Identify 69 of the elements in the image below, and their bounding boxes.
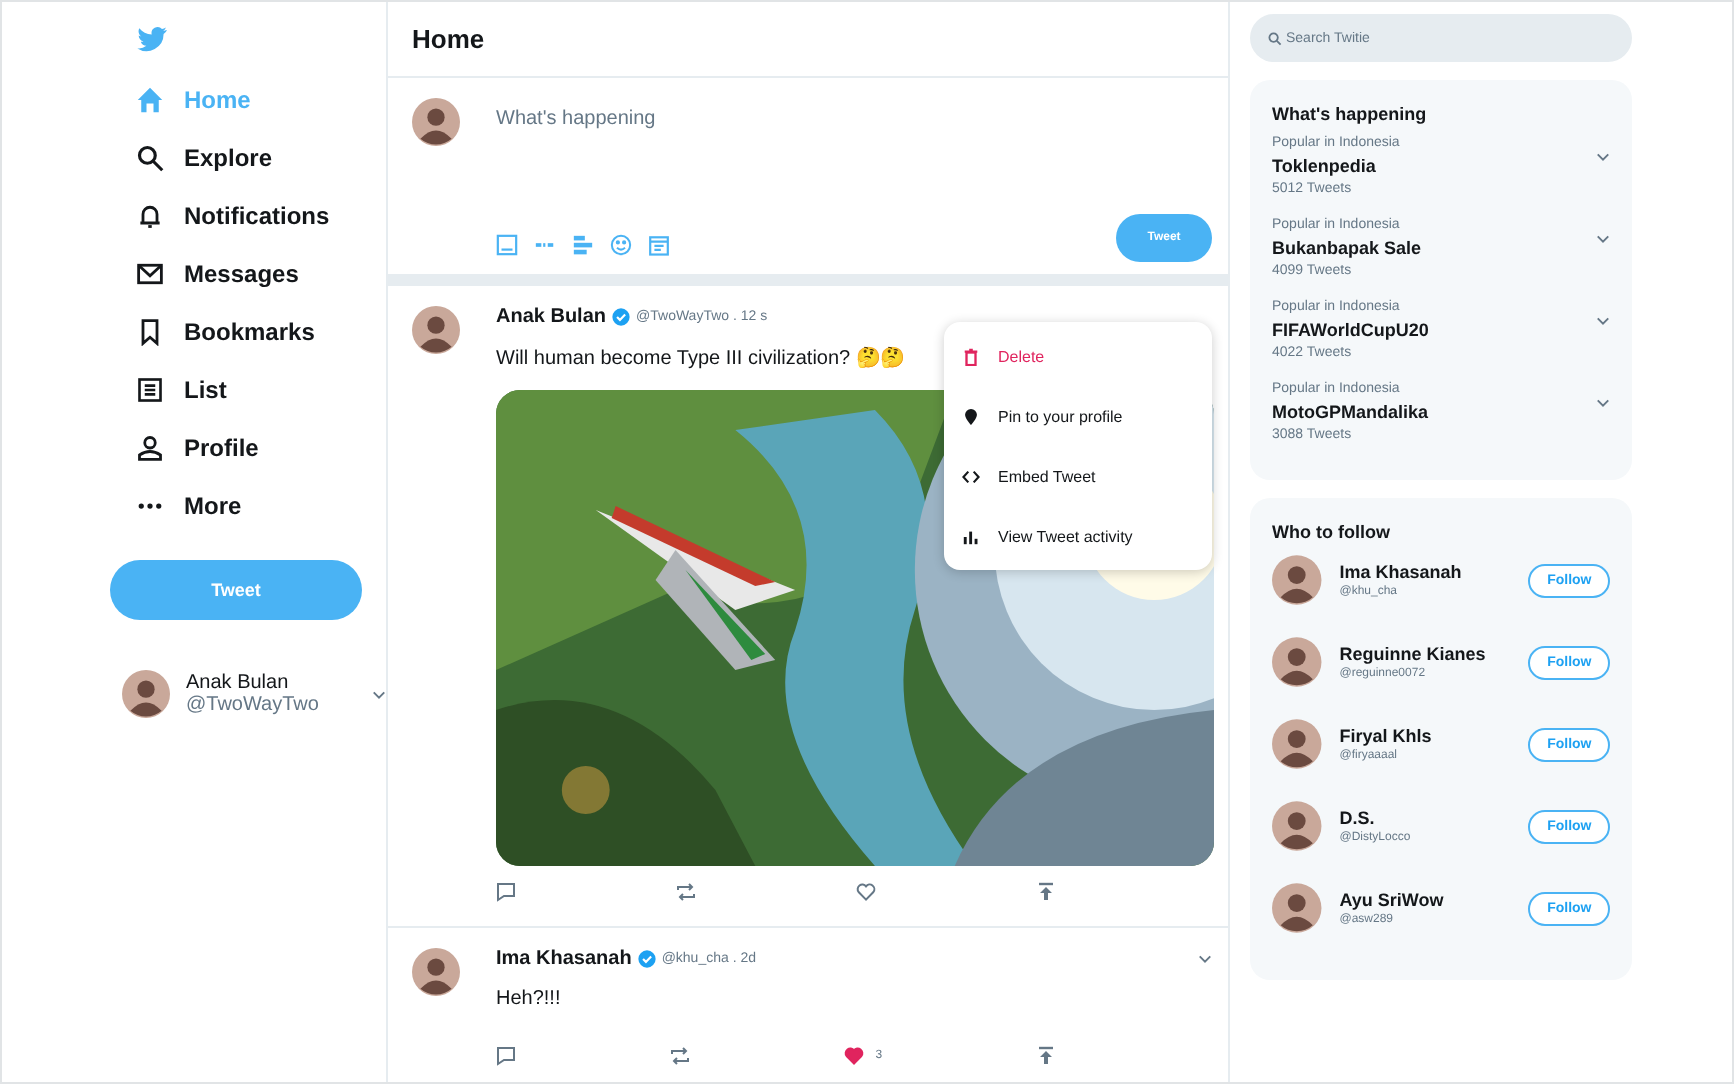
author-name[interactable]: Ima Khasanah <box>496 948 632 970</box>
avatar[interactable] <box>412 306 460 354</box>
avatar[interactable] <box>1272 554 1322 606</box>
account-name: Anak Bulan <box>186 672 291 694</box>
chevron-down-icon[interactable] <box>1596 152 1610 162</box>
code-icon <box>962 467 980 485</box>
tweet-text: Will human become Type III civilization? 🤔🤔 <box>496 346 904 370</box>
user-name[interactable]: D.S. <box>1339 808 1511 828</box>
chevron-down-icon[interactable] <box>1596 398 1610 408</box>
poll-icon[interactable] <box>572 233 594 255</box>
search-icon <box>136 144 164 172</box>
user-name[interactable]: Firyal Khls <box>1339 726 1511 746</box>
share-icon[interactable] <box>1035 1046 1056 1066</box>
envelope-icon <box>136 260 164 288</box>
chevron-down-icon[interactable] <box>1198 954 1212 964</box>
reply-icon[interactable] <box>496 1046 516 1066</box>
home-icon <box>136 86 164 114</box>
user-name[interactable]: Ima Khasanah <box>1339 562 1511 582</box>
retweet-icon[interactable] <box>669 1046 690 1066</box>
trend-topic[interactable]: Bukanbapak Sale <box>1272 238 1596 258</box>
nav-item[interactable]: Profile <box>110 430 330 466</box>
chevron-down-icon[interactable] <box>372 689 386 699</box>
card-title: What's happening <box>1272 104 1429 124</box>
nav-item[interactable]: Explore <box>110 140 330 176</box>
share-icon[interactable] <box>1036 882 1056 902</box>
nav-item[interactable]: More <box>110 488 330 524</box>
user-name[interactable]: Reguinne Kianes <box>1339 644 1511 664</box>
avatar[interactable] <box>1272 800 1322 852</box>
avatar[interactable] <box>122 670 170 718</box>
pin-icon <box>962 407 980 425</box>
nav-item[interactable]: List <box>110 372 330 408</box>
user-name[interactable]: Ayu SriWow <box>1339 890 1511 910</box>
page-title: Home <box>388 2 1228 78</box>
search-icon <box>1268 32 1282 46</box>
avatar[interactable] <box>1272 882 1322 934</box>
chevron-down-icon[interactable] <box>1596 234 1610 244</box>
tweet-text: Heh?!!! <box>496 988 561 1010</box>
heart-icon[interactable] <box>843 1046 864 1066</box>
avatar[interactable] <box>1272 636 1322 688</box>
author-name[interactable]: Anak Bulan <box>496 306 607 328</box>
chevron-down-icon[interactable] <box>1596 316 1610 326</box>
menu-item[interactable]: Pin to your profile <box>944 386 1212 446</box>
calendar-icon[interactable] <box>648 233 670 255</box>
heart-icon[interactable] <box>856 882 876 902</box>
account-handle: @TwoWayTwo <box>186 694 321 716</box>
menu-item[interactable]: View Tweet activity <box>944 506 1212 566</box>
bar-chart-icon <box>962 527 980 545</box>
menu-item[interactable]: Delete <box>944 326 1212 386</box>
nav-item[interactable]: Notifications <box>110 198 330 234</box>
bird-logo-icon[interactable] <box>136 26 168 54</box>
reply-icon[interactable] <box>496 882 516 902</box>
avatar[interactable] <box>1272 718 1322 770</box>
person-icon <box>136 434 164 462</box>
trend-topic[interactable]: MotoGPMandalika <box>1272 402 1596 422</box>
bell-icon <box>136 202 164 230</box>
avatar[interactable] <box>412 98 460 146</box>
emoji-icon[interactable] <box>610 233 632 255</box>
trash-icon <box>962 347 980 365</box>
image-icon[interactable] <box>496 233 518 255</box>
retweet-icon[interactable] <box>676 882 696 902</box>
nav-item[interactable]: Bookmarks <box>110 314 330 350</box>
bookmark-icon <box>136 318 164 346</box>
avatar[interactable] <box>412 948 460 996</box>
list-icon <box>136 376 164 404</box>
card-title: Who to follow <box>1272 522 1392 542</box>
trend-topic[interactable]: FIFAWorldCupU20 <box>1272 320 1596 340</box>
menu-item[interactable]: Embed Tweet <box>944 446 1212 506</box>
trend-topic[interactable]: Toklenpedia <box>1272 156 1596 176</box>
nav-item[interactable]: Messages <box>110 256 330 292</box>
